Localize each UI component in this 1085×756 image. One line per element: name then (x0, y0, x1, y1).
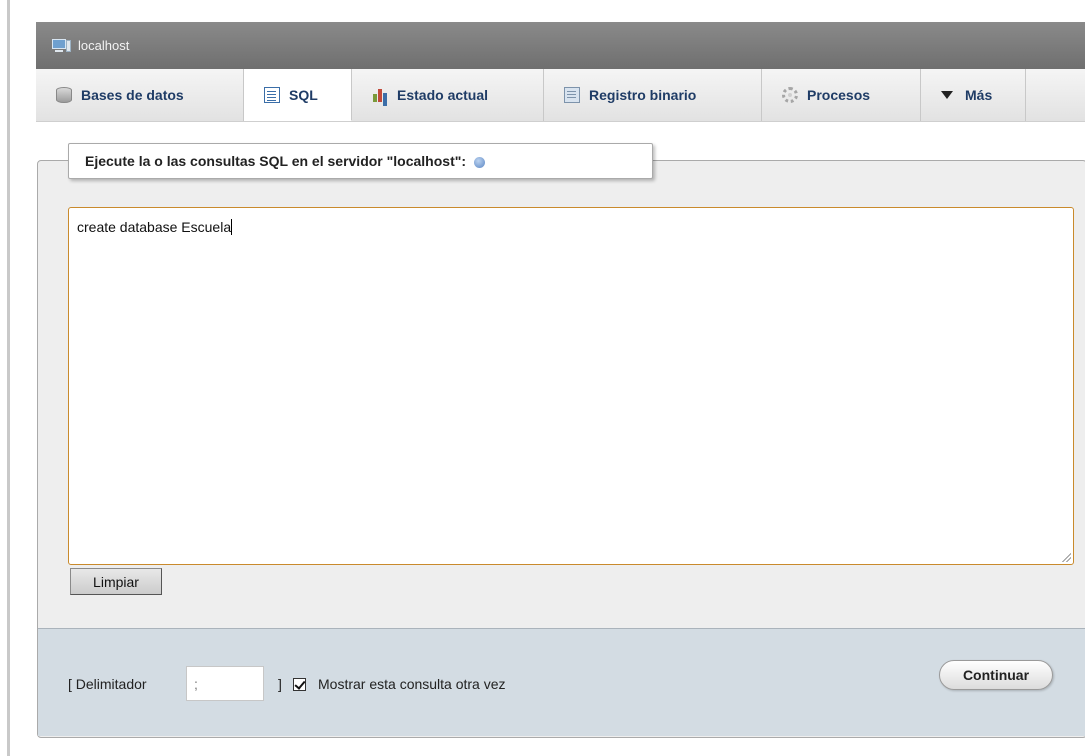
clear-button[interactable]: Limpiar (70, 568, 162, 595)
query-panel-legend: Ejecute la o las consultas SQL en el ser… (68, 143, 653, 179)
help-icon[interactable] (474, 156, 486, 168)
tab-processes[interactable]: Procesos (762, 69, 921, 121)
tab-label: Más (965, 87, 993, 103)
main-tabs: Bases de datos SQL Estado actual Registr… (36, 69, 1085, 122)
text-caret (231, 219, 233, 235)
query-text: create database Escuela (77, 219, 232, 235)
delimiter-close-bracket: ] (278, 676, 282, 692)
resize-grip-icon[interactable] (1061, 552, 1071, 562)
gear-icon (782, 87, 798, 103)
show-query-again-label[interactable]: Mostrar esta consulta otra vez (318, 676, 506, 692)
tab-label: Procesos (807, 87, 871, 103)
triangle-down-icon (941, 91, 953, 99)
show-query-again-checkbox[interactable] (293, 678, 306, 691)
database-icon (56, 87, 72, 103)
tab-label: Registro binario (589, 87, 697, 103)
continue-button[interactable]: Continuar (939, 660, 1053, 690)
binary-log-icon (564, 87, 580, 103)
left-frame-border (0, 0, 10, 756)
tab-more[interactable]: Más (921, 69, 1026, 121)
tab-label: Estado actual (397, 87, 489, 103)
sql-document-icon (264, 86, 280, 103)
server-icon (52, 38, 72, 53)
tab-label: SQL (289, 86, 318, 103)
tab-status[interactable]: Estado actual (352, 69, 544, 121)
delimiter-input[interactable] (186, 666, 264, 701)
delimiter-label: [ Delimitador (68, 676, 147, 692)
server-breadcrumb[interactable]: localhost (36, 22, 1085, 69)
tab-sql[interactable]: SQL (244, 69, 352, 121)
tab-label: Bases de datos (81, 87, 184, 103)
tab-databases[interactable]: Bases de datos (36, 69, 244, 121)
sql-query-textarea[interactable]: create database Escuela (68, 207, 1074, 565)
tab-binary-log[interactable]: Registro binario (544, 69, 762, 121)
legend-text: Ejecute la o las consultas SQL en el ser… (85, 153, 467, 169)
status-chart-icon (372, 87, 388, 103)
server-name[interactable]: localhost (78, 38, 129, 53)
